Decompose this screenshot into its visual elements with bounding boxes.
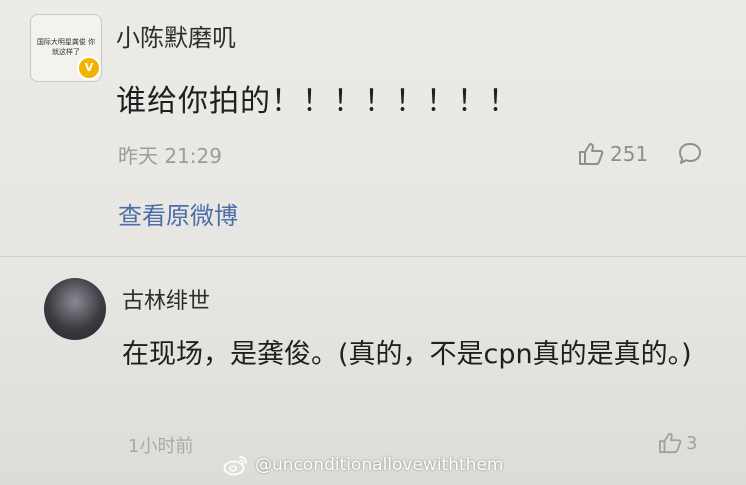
view-original-post-link[interactable]: 查看原微博	[118, 196, 238, 231]
comment-username[interactable]: 小陈默磨叽	[116, 18, 236, 53]
comment-text: 谁给你拍的！！！！！！！！	[116, 84, 519, 119]
weibo-watermark: @unconditionallovewiththem	[223, 454, 503, 476]
like-count: 251	[610, 142, 649, 166]
like-button[interactable]: 251	[578, 140, 648, 168]
user-avatar[interactable]	[44, 278, 106, 340]
comment-timestamp: 昨天 21:29	[118, 144, 222, 168]
comment-username[interactable]: 古林绯世	[122, 283, 210, 315]
thumbs-up-icon	[659, 432, 682, 454]
thumbs-up-icon	[579, 143, 604, 165]
like-count: 3	[686, 432, 698, 454]
comment-bubble-icon	[679, 143, 701, 164]
verified-badge-icon: V	[77, 56, 101, 80]
weibo-logo-icon	[223, 456, 247, 476]
divider	[0, 256, 746, 257]
like-button[interactable]: 3	[658, 432, 697, 454]
watermark-handle: @unconditionallovewiththem	[255, 455, 504, 475]
comment-text: 在现场，是龚俊。(真的，不是cpn真的是真的。)	[122, 339, 692, 370]
comment-timestamp: 1小时前	[128, 436, 194, 457]
reply-button[interactable]	[677, 141, 703, 171]
comment-screen: 国际大明星龚俊 你就这样了 V 小陈默磨叽 谁给你拍的！！！！！！！！ 昨天 2…	[0, 0, 746, 485]
avatar-caption: 国际大明星龚俊 你就这样了	[36, 38, 96, 56]
